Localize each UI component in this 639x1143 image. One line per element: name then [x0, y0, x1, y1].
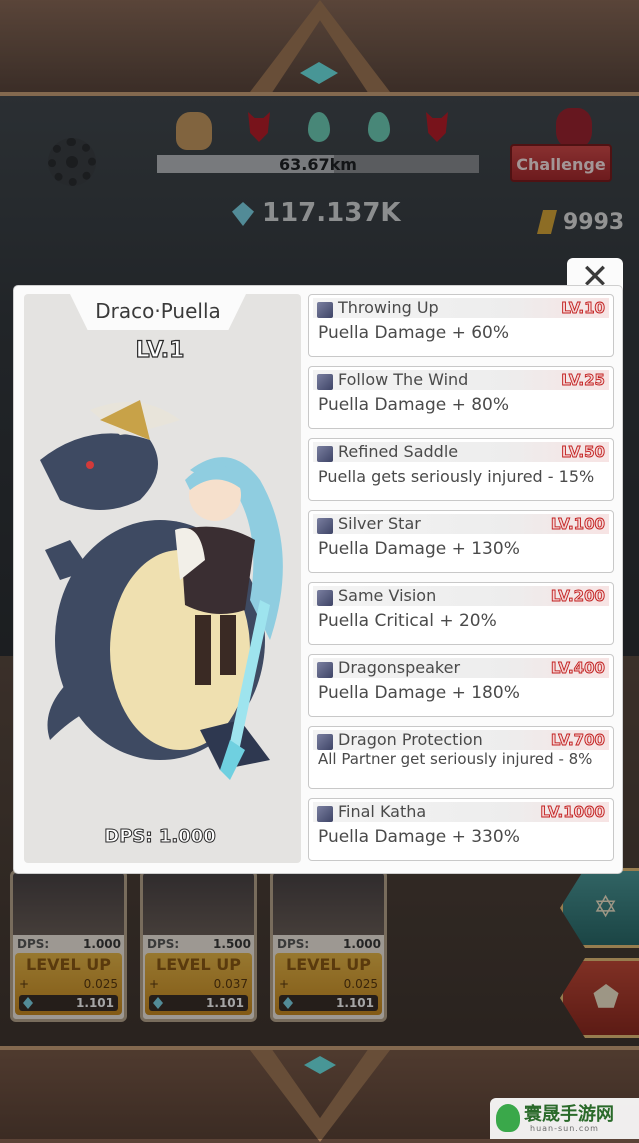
skill-description: All Partner get seriously injured - 8%	[318, 750, 593, 768]
skill-row: Same Vision LV.200 Puella Critical + 20%	[308, 582, 614, 645]
skill-description: Puella Damage + 80%	[318, 395, 510, 415]
skill-title: Dragonspeaker	[338, 658, 461, 677]
wind-icon	[317, 374, 333, 390]
skill-header: Silver Star LV.100	[313, 514, 609, 534]
skill-level: LV.200	[550, 587, 605, 606]
skill-row: Dragonspeaker LV.400 Puella Damage + 180…	[308, 654, 614, 717]
skill-title: Dragon Protection	[338, 730, 483, 749]
skill-header: Dragon Protection LV.700	[313, 730, 609, 750]
character-name: Draco·Puella	[95, 299, 221, 323]
skill-row: Follow The Wind LV.25 Puella Damage + 80…	[308, 366, 614, 429]
skill-description: Puella gets seriously injured - 15%	[318, 467, 595, 486]
watermark-url: huan-sun.com	[530, 1124, 599, 1133]
skill-level: LV.50	[561, 443, 606, 462]
skill-description: Puella Damage + 180%	[318, 683, 520, 703]
skill-header: Refined Saddle LV.50	[313, 442, 609, 462]
skill-description: Puella Damage + 330%	[318, 827, 520, 847]
dragon-icon	[317, 662, 333, 678]
skill-row: Final Katha LV.1000 Puella Damage + 330%	[308, 798, 614, 861]
skill-title: Follow The Wind	[338, 370, 469, 389]
skill-level: LV.25	[561, 371, 606, 390]
watermark-title: 寰晟手游网	[524, 1104, 614, 1125]
katha-icon	[317, 806, 333, 822]
skill-row: Throwing Up LV.10 Puella Damage + 60%	[308, 294, 614, 357]
skill-level: LV.10	[561, 299, 606, 318]
skill-title: Final Katha	[338, 802, 427, 821]
vision-icon	[317, 590, 333, 606]
saddle-icon	[317, 446, 333, 462]
skill-header: Same Vision LV.200	[313, 586, 609, 606]
skill-description: Puella Damage + 60%	[318, 323, 510, 343]
skill-row: Refined Saddle LV.50 Puella gets serious…	[308, 438, 614, 501]
skill-header: Final Katha LV.1000	[313, 802, 609, 822]
watermark: 寰晟手游网 huan-sun.com	[490, 1098, 639, 1139]
skill-title: Throwing Up	[338, 298, 439, 317]
skill-level: LV.1000	[540, 803, 606, 822]
skill-level: LV.700	[550, 731, 605, 750]
skill-row: Silver Star LV.100 Puella Damage + 130%	[308, 510, 614, 573]
character-illustration	[40, 400, 283, 780]
skill-header: Follow The Wind LV.25	[313, 370, 609, 390]
shield-icon	[317, 734, 333, 750]
skill-description: Puella Critical + 20%	[318, 611, 497, 631]
character-dps: DPS: 1.000	[104, 826, 217, 848]
skill-title: Silver Star	[338, 514, 421, 533]
throwing-icon	[317, 302, 333, 318]
star-icon	[317, 518, 333, 534]
skill-row: Dragon Protection LV.700 All Partner get…	[308, 726, 614, 789]
skill-header: Dragonspeaker LV.400	[313, 658, 609, 678]
character-level: LV.1	[135, 337, 185, 363]
skill-title: Same Vision	[338, 586, 437, 605]
watermark-logo-icon	[496, 1104, 520, 1132]
skill-level: LV.100	[550, 515, 605, 534]
skill-level: LV.400	[550, 659, 605, 678]
skill-header: Throwing Up LV.10	[313, 298, 609, 318]
skill-title: Refined Saddle	[338, 442, 459, 461]
skill-description: Puella Damage + 130%	[318, 539, 520, 559]
